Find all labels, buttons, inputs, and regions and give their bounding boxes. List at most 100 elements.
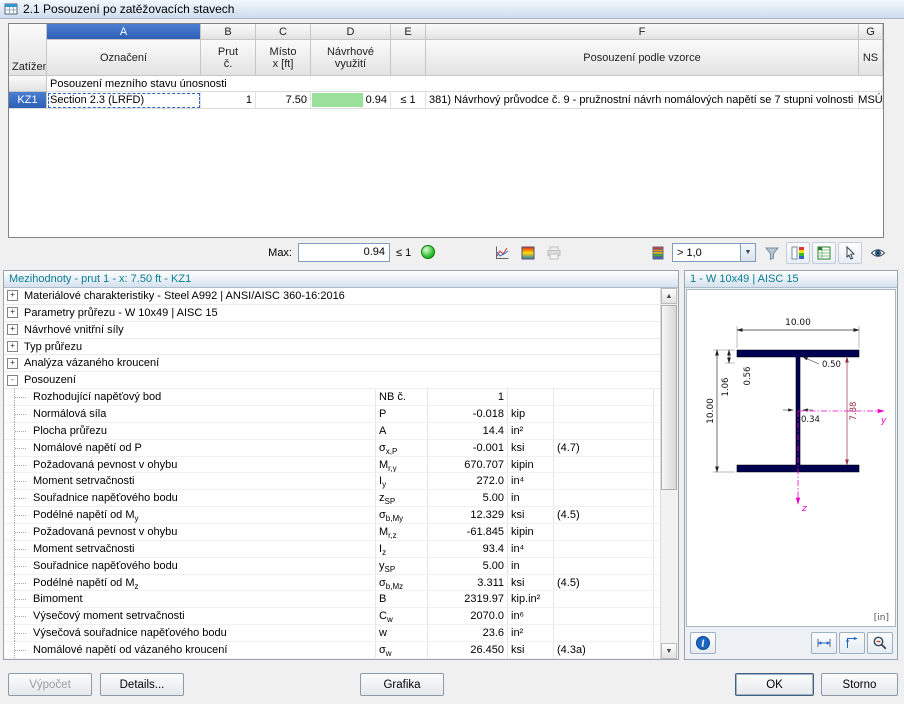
detail-row: Rozhodující napěťový bodNB č.1 — [4, 389, 661, 406]
detail-value: 3.311 — [428, 575, 508, 591]
column-header-c[interactable]: C — [256, 24, 311, 40]
info-button[interactable]: i — [690, 632, 716, 654]
header-empty[interactable] — [391, 40, 426, 76]
tree-guide — [4, 608, 30, 624]
stress-points-button[interactable] — [839, 632, 865, 654]
detail-row: Výsečový moment setrvačnostiCw2070.0in⁶ — [4, 608, 661, 625]
detail-group-label: Analýza vázaného kroucení — [24, 357, 159, 369]
print-button[interactable] — [542, 242, 566, 264]
excel-icon — [816, 245, 832, 261]
tree-guide — [4, 558, 30, 574]
detail-symbol: ySP — [376, 558, 428, 574]
detail-unit: in — [508, 490, 554, 506]
detail-value: 5.00 — [428, 558, 508, 574]
ns-cell[interactable]: MSÚ — [859, 92, 883, 109]
detail-unit: kip.in² — [508, 591, 554, 607]
details-scrollbar[interactable]: ▲ ▼ — [660, 288, 678, 659]
collapse-icon[interactable]: - — [7, 375, 18, 386]
column-header-e[interactable]: E — [391, 24, 426, 40]
max-value-field: 0.94 — [298, 243, 390, 262]
cross-section-drawing[interactable]: 10.00 10.00 1.06 0.56 0.50 0.34 — [686, 289, 896, 627]
filter-button[interactable] — [760, 242, 784, 264]
ok-button[interactable]: OK — [735, 673, 814, 696]
color-results-button[interactable] — [516, 242, 540, 264]
ratio-filter-dropdown[interactable]: > 1,0 ▼ — [672, 243, 756, 262]
select-in-graphic-button[interactable] — [838, 242, 862, 264]
expand-icon[interactable]: + — [7, 358, 18, 369]
expand-icon[interactable]: + — [7, 307, 18, 318]
intermediate-values-panel: Mezihodnoty - prut 1 - x: 7.50 ft - KZ1 … — [3, 270, 679, 660]
zoom-button[interactable] — [867, 632, 893, 654]
member-no-cell[interactable]: 1 — [201, 92, 256, 109]
detail-label: Podélné napětí od My — [30, 507, 376, 523]
ratio-cell[interactable]: 0.94 — [311, 92, 391, 109]
expand-icon[interactable]: + — [7, 290, 18, 301]
location-cell[interactable]: 7.50 — [256, 92, 311, 109]
detail-row: Normálová sílaP-0.018kip — [4, 406, 661, 423]
row-header-cell[interactable]: Zatížení — [9, 24, 47, 76]
load-case-cell[interactable]: KZ1 — [9, 92, 47, 109]
column-header-a[interactable]: A — [47, 24, 201, 40]
header-formula[interactable]: Posouzení podle vzorce — [426, 40, 859, 76]
detail-symbol: Cw — [376, 608, 428, 624]
result-diagram-icon — [494, 245, 510, 261]
limit-cell[interactable]: ≤ 1 — [391, 92, 426, 109]
tree-guide — [4, 440, 30, 456]
header-member[interactable]: Prut č. — [201, 40, 256, 76]
tree-guide — [4, 406, 30, 422]
graphics-button[interactable]: Grafika — [360, 673, 444, 696]
dim-web-thickness-label: 0.34 — [801, 415, 820, 425]
column-header-g[interactable]: G — [859, 24, 883, 40]
ratio-bar — [312, 93, 363, 107]
detail-label: Nomálové napětí od P — [30, 440, 376, 456]
panel-settings-button[interactable] — [786, 242, 810, 264]
detail-value: 2319.97 — [428, 591, 508, 607]
scroll-up-icon[interactable]: ▲ — [661, 288, 677, 304]
ratio-value: 0.94 — [366, 94, 387, 106]
expand-icon[interactable]: + — [7, 341, 18, 352]
dimensions-toggle-button[interactable] — [811, 632, 837, 654]
tree-guide — [4, 473, 30, 489]
column-header-f[interactable]: F — [426, 24, 859, 40]
expand-icon[interactable]: + — [7, 324, 18, 335]
column-header-d[interactable]: D — [311, 24, 391, 40]
visibility-button[interactable] — [866, 242, 890, 264]
details-rows: +Materiálové charakteristiky - Steel A99… — [4, 288, 661, 659]
header-ns[interactable]: NS — [859, 40, 883, 76]
tree-guide — [4, 591, 30, 607]
detail-group-row[interactable]: +Typ průřezu — [4, 339, 661, 356]
detail-value: -0.001 — [428, 440, 508, 456]
scroll-down-icon[interactable]: ▼ — [661, 643, 677, 659]
details-button[interactable]: Details... — [100, 673, 184, 696]
detail-unit: in² — [508, 423, 554, 439]
ratio-filter-value: > 1,0 — [673, 247, 740, 259]
detail-row: Moment setrvačnostiIz93.4in⁴ — [4, 541, 661, 558]
detail-reference — [554, 524, 654, 540]
header-design-ratio[interactable]: Návrhové využití — [311, 40, 391, 76]
detail-reference — [554, 591, 654, 607]
max-limit-label: ≤ 1 — [396, 247, 411, 259]
color-scale-button[interactable] — [646, 242, 670, 264]
formula-cell[interactable]: 381) Návrhový průvodce č. 9 - pružnostní… — [426, 92, 859, 109]
column-header-b[interactable]: B — [201, 24, 256, 40]
detail-unit: kip — [508, 406, 554, 422]
detail-group-row[interactable]: +Návrhové vnitřní síly — [4, 322, 661, 339]
result-diagram-button[interactable] — [490, 242, 514, 264]
detail-group-row[interactable]: + Analýza vázaného kroucení — [4, 355, 661, 372]
designation-cell[interactable]: Section 2.3 (LRFD) — [47, 92, 201, 109]
detail-group-row[interactable]: -Posouzení — [4, 372, 661, 389]
header-designation[interactable]: Označení — [47, 40, 201, 76]
detail-reference — [554, 406, 654, 422]
detail-value: 2070.0 — [428, 608, 508, 624]
cancel-button[interactable]: Storno — [821, 673, 898, 696]
excel-export-button[interactable] — [812, 242, 836, 264]
chevron-down-icon[interactable]: ▼ — [740, 244, 755, 261]
magnifier-icon — [872, 635, 888, 651]
detail-group-row[interactable]: +Materiálové charakteristiky - Steel A99… — [4, 288, 661, 305]
axis-y-label: y — [880, 416, 887, 426]
detail-label: Moment setrvačnosti — [30, 473, 376, 489]
detail-group-row[interactable]: +Parametry průřezu - W 10x49 | AISC 15 — [4, 305, 661, 322]
scrollbar-thumb[interactable] — [661, 305, 677, 490]
header-location[interactable]: Místo x [ft] — [256, 40, 311, 76]
dim-flange-thickness-label: 0.56 — [743, 367, 753, 386]
